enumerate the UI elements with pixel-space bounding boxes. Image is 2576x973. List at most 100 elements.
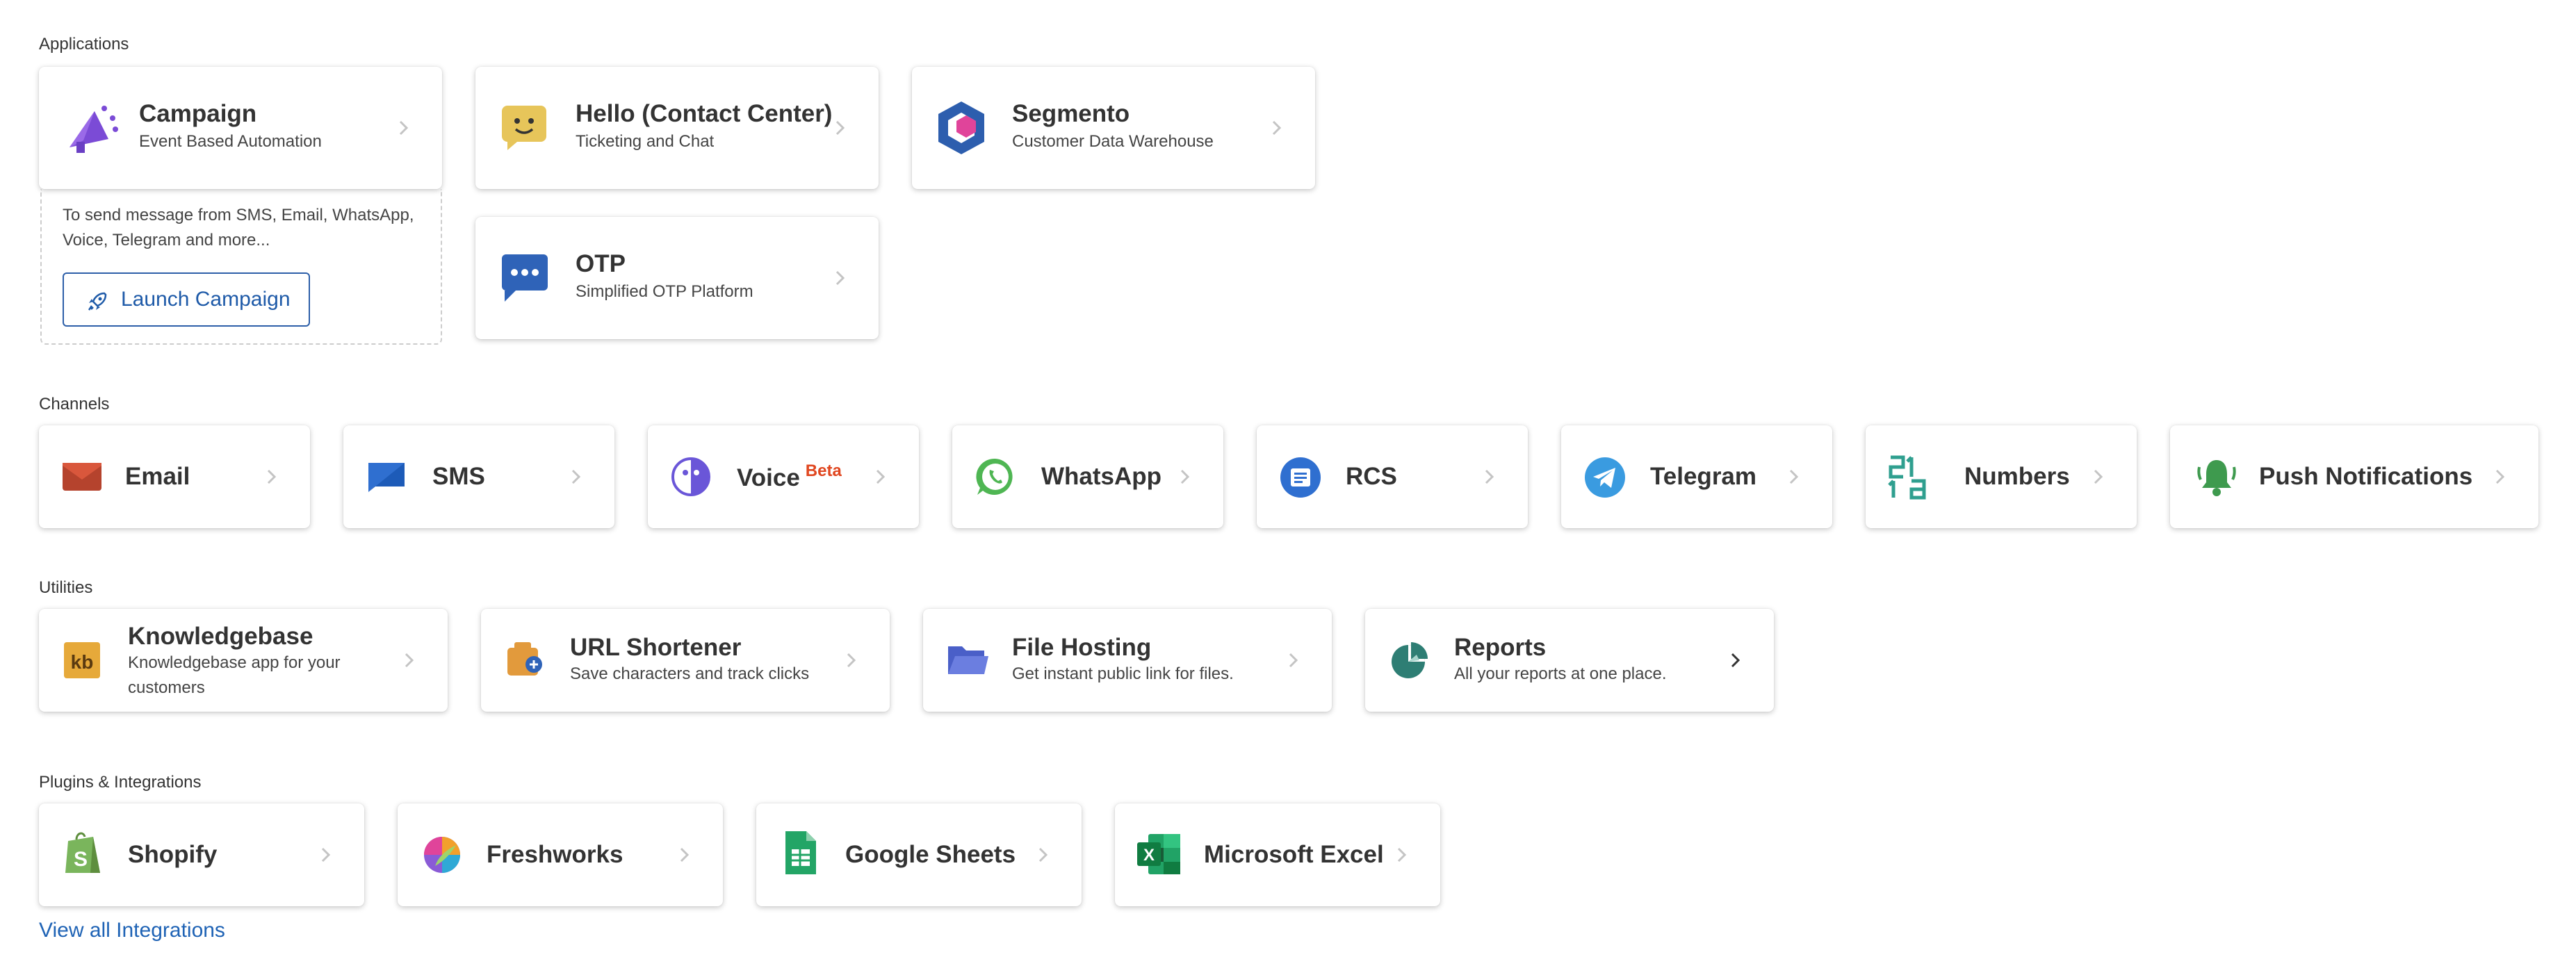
chevron-right-icon bbox=[835, 120, 845, 136]
chevron-right-icon bbox=[1038, 847, 1048, 862]
plugin-microsoft-excel-card[interactable]: X Microsoft Excel bbox=[1115, 803, 1440, 906]
file-hosting-subtitle: Get instant public link for files. bbox=[1012, 664, 1234, 683]
shopify-icon: S bbox=[65, 832, 100, 873]
channel-email-label: Email bbox=[125, 463, 190, 490]
telegram-icon bbox=[1585, 457, 1625, 498]
reports-subtitle: All your reports at one place. bbox=[1454, 664, 1667, 683]
rocket-icon bbox=[88, 292, 107, 311]
plugin-microsoft-excel-label: Microsoft Excel bbox=[1204, 841, 1384, 868]
channel-push-label: Push Notifications bbox=[2259, 463, 2473, 490]
chevron-right-icon bbox=[876, 469, 886, 484]
plugin-freshworks-label: Freshworks bbox=[487, 841, 623, 868]
channel-voice-card[interactable]: Voice Beta bbox=[648, 425, 919, 528]
chevron-right-icon bbox=[1789, 469, 1799, 484]
numbers-icon bbox=[1888, 455, 1926, 500]
otp-subtitle: Simplified OTP Platform bbox=[576, 282, 753, 301]
megaphone-icon bbox=[70, 106, 118, 153]
segmento-subtitle: Customer Data Warehouse bbox=[1012, 132, 1214, 151]
excel-icon: X bbox=[1137, 834, 1180, 874]
chevron-right-icon bbox=[835, 270, 845, 286]
chevron-right-icon bbox=[2094, 469, 2103, 484]
knowledgebase-title: Knowledgebase bbox=[128, 623, 313, 650]
chevron-right-icon bbox=[267, 469, 277, 484]
voice-icon bbox=[671, 457, 710, 496]
beta-badge: Beta bbox=[805, 461, 842, 480]
chevron-right-icon bbox=[399, 120, 409, 136]
hello-contact-center-card[interactable]: Hello (Contact Center) Ticketing and Cha… bbox=[475, 67, 879, 189]
svg-text:kb: kb bbox=[71, 651, 94, 673]
channel-numbers-card[interactable]: Numbers bbox=[1866, 425, 2137, 528]
plugin-google-sheets-label: Google Sheets bbox=[845, 841, 1016, 868]
chevron-right-icon bbox=[1485, 469, 1494, 484]
knowledgebase-icon: kb bbox=[64, 642, 100, 678]
chevron-right-icon bbox=[1731, 653, 1741, 668]
reports-title: Reports bbox=[1454, 634, 1547, 661]
otp-card[interactable]: OTP Simplified OTP Platform bbox=[475, 217, 879, 339]
url-shortener-icon bbox=[507, 642, 542, 676]
campaign-title: Campaign bbox=[139, 100, 257, 127]
plugin-google-sheets-card[interactable]: Google Sheets bbox=[756, 803, 1082, 906]
svg-text:X: X bbox=[1143, 846, 1155, 865]
knowledgebase-subtitle: Knowledgebase app for your customers bbox=[128, 653, 341, 697]
plugin-shopify-label: Shopify bbox=[128, 841, 218, 868]
section-title-channels: Channels bbox=[39, 395, 110, 414]
chevron-right-icon bbox=[405, 653, 414, 668]
channel-telegram-label: Telegram bbox=[1650, 463, 1757, 490]
channel-email-card[interactable]: Email bbox=[39, 425, 310, 528]
file-hosting-title: File Hosting bbox=[1012, 634, 1152, 661]
chevron-right-icon bbox=[2495, 469, 2505, 484]
url-shortener-subtitle: Save characters and track clicks bbox=[570, 664, 810, 683]
chevron-right-icon bbox=[571, 469, 581, 484]
chevron-right-icon bbox=[680, 847, 690, 862]
section-title-plugins: Plugins & Integrations bbox=[39, 773, 202, 792]
plugin-freshworks-card[interactable]: Freshworks bbox=[398, 803, 723, 906]
chevron-right-icon bbox=[1180, 469, 1190, 484]
channel-whatsapp-label: WhatsApp bbox=[1041, 463, 1162, 490]
channel-voice-label: Voice Beta bbox=[737, 461, 842, 492]
whatsapp-icon bbox=[976, 458, 1013, 495]
google-sheets-icon bbox=[785, 831, 816, 874]
channel-sms-label: SMS bbox=[432, 463, 485, 490]
chat-smiley-icon bbox=[502, 106, 546, 150]
channel-push-notifications-card[interactable]: Push Notifications bbox=[2170, 425, 2538, 528]
view-all-integrations-link[interactable]: View all Integrations bbox=[39, 919, 225, 942]
hello-subtitle: Ticketing and Chat bbox=[576, 132, 715, 151]
otp-title: OTP bbox=[576, 250, 626, 277]
freshworks-icon bbox=[424, 837, 460, 873]
hexagon-icon bbox=[938, 101, 984, 154]
segmento-card[interactable]: Segmento Customer Data Warehouse bbox=[912, 67, 1315, 189]
sms-icon bbox=[368, 463, 405, 492]
channel-whatsapp-card[interactable]: WhatsApp bbox=[952, 425, 1223, 528]
section-title-applications: Applications bbox=[39, 35, 129, 54]
launch-campaign-label: Launch Campaign bbox=[121, 288, 291, 311]
campaign-hint-text: To send message from SMS, Email, WhatsAp… bbox=[63, 206, 414, 250]
campaign-card[interactable]: Campaign Event Based Automation bbox=[39, 67, 442, 189]
chevron-right-icon bbox=[1272, 120, 1282, 136]
url-shortener-card[interactable]: URL Shortener Save characters and track … bbox=[481, 609, 890, 712]
hello-title: Hello (Contact Center) bbox=[576, 100, 833, 127]
chevron-right-icon bbox=[1289, 653, 1298, 668]
reports-card[interactable]: Reports All your reports at one place. bbox=[1365, 609, 1774, 712]
channel-telegram-card[interactable]: Telegram bbox=[1561, 425, 1832, 528]
chevron-right-icon bbox=[1397, 847, 1407, 862]
channel-rcs-label: RCS bbox=[1346, 463, 1397, 490]
segmento-title: Segmento bbox=[1012, 100, 1130, 127]
pie-chart-icon bbox=[1392, 642, 1428, 678]
rcs-message-icon bbox=[1280, 457, 1321, 498]
chevron-right-icon bbox=[847, 653, 856, 668]
launch-campaign-button[interactable]: Launch Campaign bbox=[63, 272, 310, 327]
voice-label-text: Voice bbox=[737, 464, 800, 491]
envelope-icon bbox=[63, 463, 101, 491]
channel-sms-card[interactable]: SMS bbox=[343, 425, 614, 528]
chevron-right-icon bbox=[321, 847, 331, 862]
message-dots-icon bbox=[502, 254, 548, 302]
section-title-utilities: Utilities bbox=[39, 578, 93, 597]
file-hosting-card[interactable]: File Hosting Get instant public link for… bbox=[923, 609, 1332, 712]
plugin-shopify-card[interactable]: S Shopify bbox=[39, 803, 364, 906]
channel-rcs-card[interactable]: RCS bbox=[1257, 425, 1528, 528]
bell-icon bbox=[2197, 460, 2236, 496]
svg-text:S: S bbox=[74, 848, 88, 871]
knowledgebase-card[interactable]: kb Knowledgebase Knowledgebase app for y… bbox=[39, 609, 448, 712]
folder-icon bbox=[948, 646, 988, 674]
channel-numbers-label: Numbers bbox=[1964, 463, 2070, 490]
